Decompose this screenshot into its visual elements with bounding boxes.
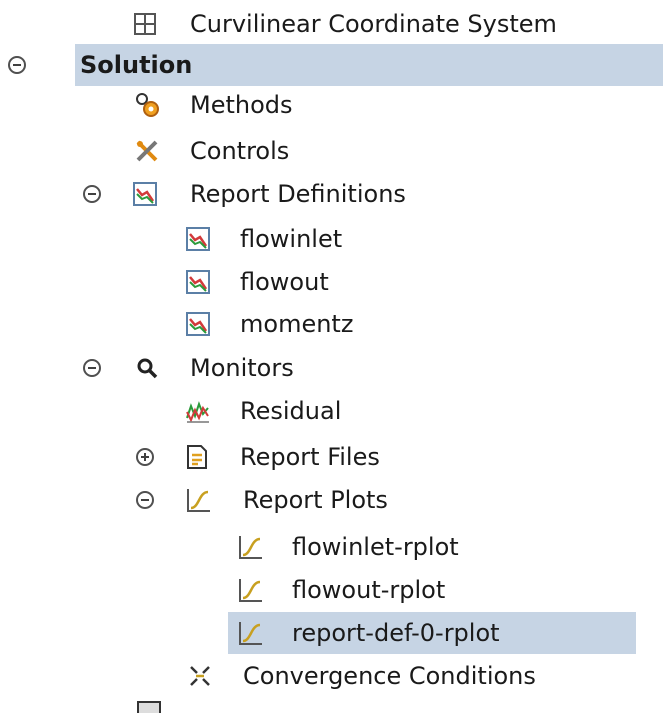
report-definition-icon [185, 226, 211, 252]
solution-tree: Curvilinear Coordinate System Solution M… [0, 0, 666, 713]
tree-item-report-def-flowout[interactable]: flowout [0, 262, 666, 302]
tree-item-controls[interactable]: Controls [0, 131, 666, 171]
methods-gear-icon [134, 92, 160, 118]
collapse-toggle-icon[interactable] [136, 491, 154, 509]
tree-item-label: Curvilinear Coordinate System [190, 10, 557, 38]
controls-tools-icon [134, 138, 160, 164]
collapse-toggle-icon[interactable] [8, 56, 26, 74]
cell-registers-icon [136, 700, 166, 713]
tree-item-label: flowinlet-rplot [292, 533, 459, 561]
tree-item-plot-report-def-0-rplot[interactable]: report-def-0-rplot [0, 613, 666, 653]
tree-item-label: Report Definitions [190, 180, 406, 208]
tree-item-report-plots[interactable]: Report Plots [0, 480, 666, 520]
tree-item-label: Residual [240, 397, 342, 425]
tree-item-label: Solution [80, 51, 193, 79]
tree-item-convergence-conditions[interactable]: Convergence Conditions [0, 656, 666, 696]
tree-item-solution[interactable]: Solution [0, 45, 666, 85]
tree-item-label: Methods [190, 91, 293, 119]
tree-item-label: momentz [240, 310, 354, 338]
report-plot-icon [237, 534, 263, 560]
report-definition-icon [132, 181, 158, 207]
report-definition-icon [185, 311, 211, 337]
tree-item-report-def-flowinlet[interactable]: flowinlet [0, 219, 666, 259]
expand-toggle-icon[interactable] [136, 448, 154, 466]
tree-item-residual[interactable]: Residual [0, 391, 666, 431]
tree-item-label: flowout [240, 268, 329, 296]
tree-item-report-definitions[interactable]: Report Definitions [0, 174, 666, 214]
convergence-icon [187, 663, 213, 689]
collapse-toggle-icon[interactable] [83, 359, 101, 377]
collapse-toggle-icon[interactable] [83, 185, 101, 203]
tree-item-label: Report Files [240, 443, 380, 471]
report-plot-icon [237, 577, 263, 603]
tree-item-plot-flowinlet-rplot[interactable]: flowinlet-rplot [0, 527, 666, 567]
tree-item-label: flowout-rplot [292, 576, 446, 604]
grid-icon [132, 11, 158, 37]
residual-chart-icon [185, 398, 211, 424]
tree-item-label: report-def-0-rplot [292, 619, 500, 647]
tree-item-report-def-momentz[interactable]: momentz [0, 304, 666, 344]
tree-item-report-files[interactable]: Report Files [0, 437, 666, 477]
tree-item-label: Monitors [190, 354, 294, 382]
tree-item-label: Report Plots [243, 486, 388, 514]
tree-item-curvilinear-coordinate-system[interactable]: Curvilinear Coordinate System [0, 4, 666, 44]
tree-item-label: flowinlet [240, 225, 343, 253]
report-plot-icon [237, 620, 263, 646]
tree-item-plot-flowout-rplot[interactable]: flowout-rplot [0, 570, 666, 610]
tree-item-monitors[interactable]: Monitors [0, 348, 666, 388]
tree-item-label: Controls [190, 137, 290, 165]
magnifier-icon [134, 355, 160, 381]
report-definition-icon [185, 269, 211, 295]
report-plot-icon [185, 487, 211, 513]
tree-item-methods[interactable]: Methods [0, 85, 666, 125]
tree-item-label: Convergence Conditions [243, 662, 536, 690]
report-file-icon [184, 444, 210, 470]
